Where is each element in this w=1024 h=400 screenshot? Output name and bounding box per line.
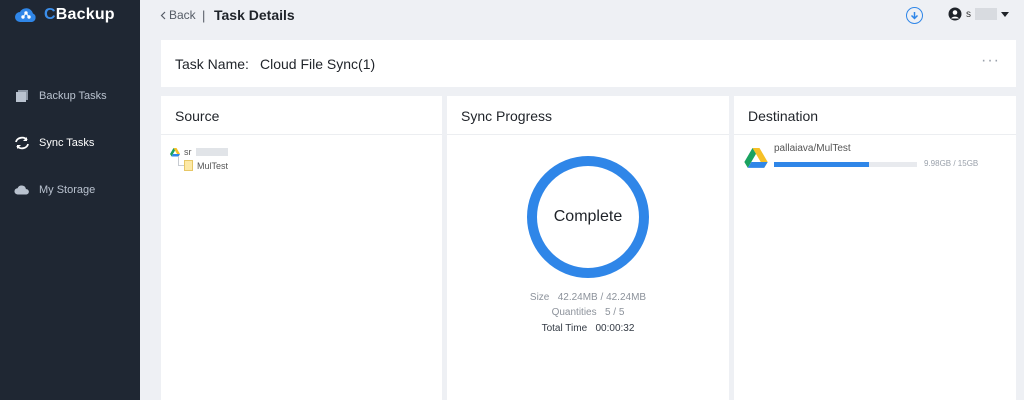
progress-ring: Complete [527,156,649,278]
source-title: Source [161,96,442,135]
source-folder-name: MulTest [197,160,229,171]
more-options-button[interactable]: ··· [981,52,1000,70]
user-initial: s [966,8,971,20]
quantities-value: 5 / 5 [604,307,625,318]
sidebar-item-sync-tasks[interactable]: Sync Tasks [14,135,94,151]
chevron-left-icon [160,11,166,19]
sidebar-item-backup-tasks[interactable]: Backup Tasks [14,88,107,104]
sync-progress-panel: Sync Progress Complete Size 42.24MB / 42… [447,96,729,400]
top-bar: Back | Task Details s [140,0,1024,32]
folder-icon [184,160,193,171]
app-logo[interactable]: CBackup [14,4,115,26]
storage-usage-text: 9.98GB / 15GB [924,159,979,168]
brand-name: CBackup [44,6,115,23]
total-time-label: Total Time [541,323,588,334]
cloud-icon [14,182,30,198]
download-button[interactable] [906,7,923,24]
source-panel: Source sr MulTest [161,96,442,400]
download-icon [910,11,919,20]
storage-usage-bar [774,162,917,167]
user-avatar-icon [948,7,962,21]
user-menu[interactable]: s [948,7,1009,21]
source-account-name: sr [184,147,192,157]
task-name-value: Cloud File Sync(1) [260,56,376,72]
storage-usage-fill [774,162,870,167]
back-button[interactable]: Back [160,8,196,22]
google-drive-icon [744,148,768,168]
sync-icon [14,135,30,151]
source-tree-item[interactable]: MulTest [184,160,228,171]
title-separator: | [202,8,206,23]
redacted-account [195,148,228,156]
size-stat: Size 42.24MB / 42.24MB [447,292,729,303]
total-time-value: 00:00:32 [595,323,635,334]
sidebar-item-label: My Storage [39,184,96,196]
progress-status: Complete [553,208,623,225]
total-time-stat: Total Time 00:00:32 [447,323,729,334]
sidebar-item-label: Sync Tasks [39,137,95,149]
destination-path: pallaiava/MulTest [774,143,851,154]
sidebar: CBackup Backup Tasks Sync Tasks My Stora… [0,0,140,400]
sidebar-item-my-storage[interactable]: My Storage [14,182,95,198]
back-label: Back [169,8,196,22]
sync-progress-title: Sync Progress [447,96,729,135]
quantities-stat: Quantities 5 / 5 [447,307,729,318]
size-value: 42.24MB / 42.24MB [557,292,647,303]
sidebar-item-label: Backup Tasks [39,90,107,102]
destination-title: Destination [734,96,1016,135]
size-label: Size [529,292,550,303]
destination-panel: Destination pallaiava/MulTest 9.98GB / 1… [734,96,1016,400]
copy-icon [14,88,30,104]
page-title: Task Details [214,7,295,23]
caret-down-icon [1001,11,1009,17]
task-name-bar: Task Name: Cloud File Sync(1) ··· [161,40,1016,87]
task-name-label: Task Name: [175,56,249,72]
cbackup-logo-icon [15,8,36,22]
quantities-label: Quantities [551,307,597,318]
user-name-redacted [975,8,997,20]
